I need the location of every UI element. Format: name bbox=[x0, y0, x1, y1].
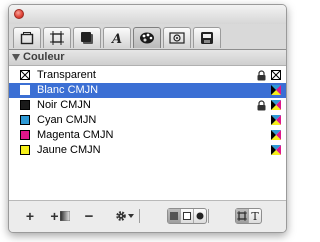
swatch-label: Blanc CMJN bbox=[37, 84, 99, 96]
apply-to-box-button[interactable] bbox=[236, 209, 249, 223]
swatch-label: Jaune CMJN bbox=[37, 144, 101, 156]
close-button[interactable] bbox=[14, 9, 24, 19]
gear-icon bbox=[115, 211, 126, 221]
panel-footer: + + − T bbox=[9, 201, 286, 232]
apply-target-segmented-control: T bbox=[235, 208, 262, 224]
color-swatch bbox=[20, 85, 30, 95]
radial-fill-icon bbox=[196, 212, 204, 220]
title-bar[interactable] bbox=[9, 5, 286, 24]
cmyk-icon bbox=[271, 115, 281, 125]
color-swatch bbox=[20, 115, 30, 125]
text-target-label: T bbox=[251, 209, 259, 223]
transparent-swatch-icon bbox=[20, 70, 30, 80]
export-icon bbox=[201, 32, 213, 44]
empty-fill-icon bbox=[183, 212, 191, 220]
swatch-label: Transparent bbox=[37, 69, 96, 81]
tab-color[interactable] bbox=[133, 27, 161, 48]
image-frame-icon bbox=[169, 32, 185, 44]
colour-panel: A Couleur Transparent Blanc CMJN Noir CM… bbox=[8, 4, 287, 233]
swatch-row-magenta[interactable]: Magenta CMJN bbox=[9, 128, 286, 143]
swatch-row-transparent[interactable]: Transparent bbox=[9, 68, 286, 83]
tab-image[interactable] bbox=[163, 27, 191, 48]
tab-text[interactable]: A bbox=[103, 27, 131, 48]
section-header-couleur[interactable]: Couleur bbox=[9, 50, 286, 66]
fill-solid-button[interactable] bbox=[168, 209, 181, 223]
gradient-icon bbox=[59, 211, 70, 221]
fill-mode-segmented-control bbox=[167, 208, 207, 224]
frame-icon bbox=[20, 32, 34, 45]
add-gradient-button[interactable]: + bbox=[47, 207, 73, 225]
settings-menu-button[interactable] bbox=[113, 207, 135, 225]
fill-radial-button[interactable] bbox=[194, 209, 206, 223]
divider bbox=[208, 209, 209, 223]
apply-to-text-button[interactable]: T bbox=[249, 209, 261, 223]
disclosure-triangle-icon bbox=[12, 54, 20, 61]
tab-bar: A bbox=[9, 24, 286, 50]
box-crop-icon bbox=[50, 31, 64, 45]
chevron-down-icon bbox=[127, 214, 134, 218]
swatch-row-blanc[interactable]: Blanc CMJN bbox=[9, 83, 286, 98]
svg-text:A: A bbox=[110, 32, 122, 45]
swatch-row-noir[interactable]: Noir CMJN bbox=[9, 98, 286, 113]
divider bbox=[139, 209, 140, 223]
fill-none-button[interactable] bbox=[181, 209, 194, 223]
transparent-type-icon bbox=[271, 70, 281, 80]
delete-color-button[interactable]: − bbox=[82, 207, 96, 225]
tab-export[interactable] bbox=[193, 27, 221, 48]
tab-box[interactable] bbox=[43, 27, 71, 48]
tab-shadow[interactable] bbox=[73, 27, 101, 48]
color-swatch bbox=[20, 100, 30, 110]
tab-frame[interactable] bbox=[13, 27, 41, 48]
shadow-icon bbox=[81, 32, 93, 44]
swatch-label: Magenta CMJN bbox=[37, 129, 114, 141]
palette-icon bbox=[140, 32, 154, 44]
lock-icon bbox=[257, 70, 266, 81]
cmyk-icon bbox=[271, 130, 281, 140]
lock-icon bbox=[257, 100, 266, 111]
swatch-label: Noir CMJN bbox=[37, 99, 91, 111]
text-style-icon: A bbox=[110, 32, 122, 45]
box-target-icon bbox=[237, 211, 247, 221]
section-title: Couleur bbox=[23, 51, 65, 63]
cmyk-icon bbox=[271, 145, 281, 155]
cmyk-icon bbox=[271, 100, 281, 110]
swatch-label: Cyan CMJN bbox=[37, 114, 97, 126]
color-swatch bbox=[20, 145, 30, 155]
add-gradient-label: + bbox=[50, 208, 59, 224]
color-swatch bbox=[20, 130, 30, 140]
cmyk-icon bbox=[271, 85, 281, 95]
add-color-button[interactable]: + bbox=[23, 207, 37, 225]
swatch-list: Transparent Blanc CMJN Noir CMJN Cyan CM… bbox=[9, 66, 286, 201]
solid-fill-icon bbox=[170, 212, 178, 220]
swatch-row-cyan[interactable]: Cyan CMJN bbox=[9, 113, 286, 128]
swatch-row-jaune[interactable]: Jaune CMJN bbox=[9, 143, 286, 158]
